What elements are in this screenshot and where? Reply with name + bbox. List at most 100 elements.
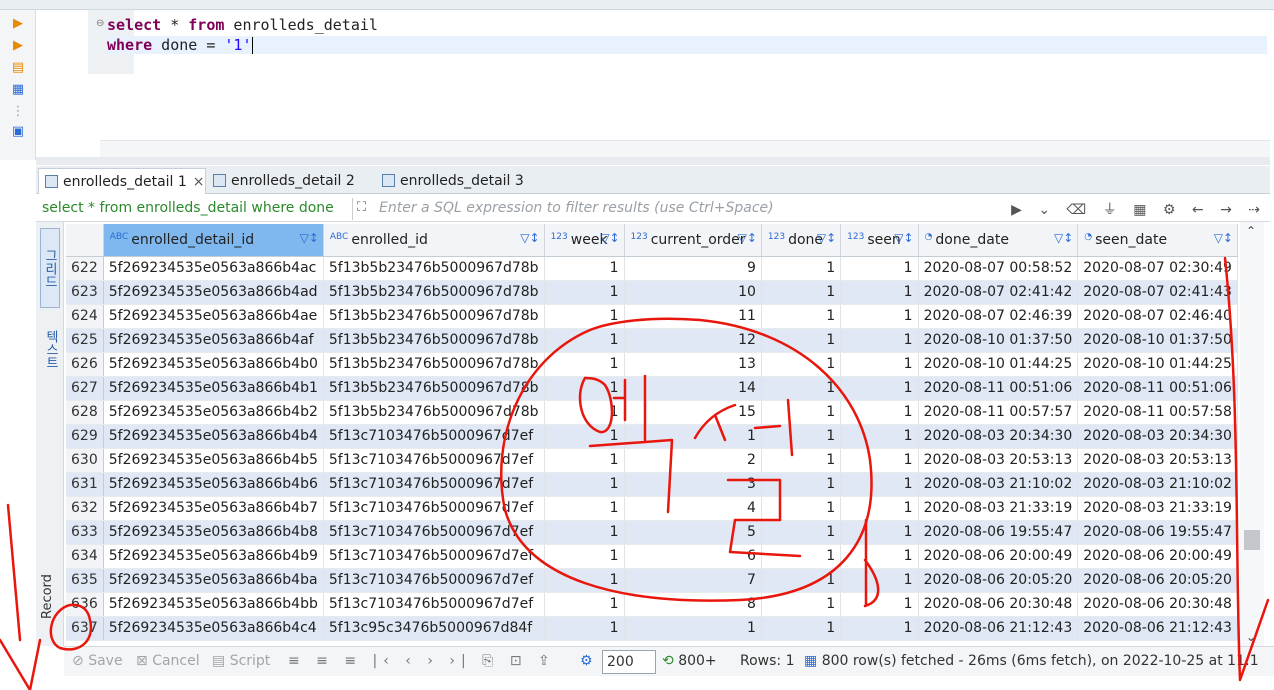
table-cell[interactable]: 1 bbox=[761, 568, 842, 593]
table-cell[interactable]: 2020-08-03 20:53:13 bbox=[918, 448, 1079, 473]
table-cell[interactable]: 1 bbox=[761, 472, 842, 497]
table-cell[interactable]: 1 bbox=[840, 352, 919, 377]
table-cell[interactable]: 1 bbox=[761, 256, 842, 281]
row-number[interactable]: 637 bbox=[66, 616, 104, 641]
table-cell[interactable]: 5f13b5b23476b5000967d78b bbox=[323, 280, 545, 305]
active-query-label[interactable]: select * from enrolleds_detail where don… bbox=[42, 200, 334, 216]
grid-vertical-scrollbar[interactable]: ⌃ ⌄ bbox=[1240, 222, 1264, 646]
table-cell[interactable]: 1 bbox=[544, 376, 625, 401]
filter-sort-icon[interactable]: ▽↕ bbox=[1214, 231, 1233, 245]
record-view-tab[interactable]: Record bbox=[40, 562, 60, 632]
table-cell[interactable]: 1 bbox=[544, 544, 625, 569]
row-number[interactable]: 624 bbox=[66, 304, 104, 329]
table-cell[interactable]: 5f13b5b23476b5000967d78b bbox=[323, 352, 545, 377]
table-cell[interactable]: 5f269234535e0563a866b4b4 bbox=[103, 424, 324, 449]
table-cell[interactable]: 2020-08-03 21:10:02 bbox=[1077, 472, 1238, 497]
sql-line-2[interactable]: where done = '1' bbox=[107, 36, 1267, 54]
table-row[interactable]: 622 5f269234535e0563a866b4ac 5f13b5b23476b… bbox=[66, 256, 1238, 281]
table-cell[interactable]: 2020-08-07 00:58:52 bbox=[918, 256, 1079, 281]
table-cell[interactable]: 1 bbox=[544, 280, 625, 305]
table-row[interactable]: 636 5f269234535e0563a866b4bb 5f13c7103476b… bbox=[66, 592, 1238, 617]
cancel-button[interactable]: ⊠ Cancel bbox=[136, 653, 200, 669]
table-cell[interactable]: 5f269234535e0563a866b4ac bbox=[103, 256, 324, 281]
table-cell[interactable]: 5f269234535e0563a866b4c4 bbox=[103, 616, 324, 641]
column-header[interactable]: ◔ seen_date ▽↕ bbox=[1077, 224, 1238, 257]
filter-sort-icon[interactable]: ▽↕ bbox=[1054, 231, 1073, 245]
table-cell[interactable]: 5f269234535e0563a866b4b0 bbox=[103, 352, 324, 377]
table-cell[interactable]: 5f269234535e0563a866b4af bbox=[103, 328, 324, 353]
table-cell[interactable]: 5f269234535e0563a866b4ae bbox=[103, 304, 324, 329]
table-cell[interactable]: 9 bbox=[624, 256, 762, 281]
table-cell[interactable]: 5f13b5b23476b5000967d78b bbox=[323, 304, 545, 329]
sql-line-1[interactable]: select * from enrolleds_detail bbox=[107, 16, 378, 34]
table-cell[interactable]: 1 bbox=[761, 352, 842, 377]
table-cell[interactable]: 5f269234535e0563a866b4b5 bbox=[103, 448, 324, 473]
execute-script-icon[interactable]: ▤ bbox=[10, 60, 26, 76]
row-number[interactable]: 636 bbox=[66, 592, 104, 617]
table-cell[interactable]: 1 bbox=[761, 616, 842, 641]
row-number[interactable]: 634 bbox=[66, 544, 104, 569]
console-icon[interactable]: ▣ bbox=[10, 124, 26, 140]
table-row[interactable]: 625 5f269234535e0563a866b4af 5f13b5b23476b… bbox=[66, 328, 1238, 353]
table-cell[interactable]: 5f269234535e0563a866b4ad bbox=[103, 280, 324, 305]
table-cell[interactable]: 2020-08-03 21:33:19 bbox=[918, 496, 1079, 521]
scroll-up-icon[interactable]: ⌃ bbox=[1246, 224, 1256, 238]
table-cell[interactable]: 1 bbox=[840, 376, 919, 401]
table-cell[interactable]: 4 bbox=[624, 496, 762, 521]
filter-sort-icon[interactable]: ▽↕ bbox=[817, 231, 836, 245]
table-cell[interactable]: 5f13b5b23476b5000967d78b bbox=[323, 328, 545, 353]
table-row[interactable]: 633 5f269234535e0563a866b4b8 5f13c7103476b… bbox=[66, 520, 1238, 545]
save-button[interactable]: ⊘ Save bbox=[72, 653, 123, 669]
table-cell[interactable]: 1 bbox=[840, 400, 919, 425]
table-cell[interactable]: 2020-08-07 02:46:39 bbox=[918, 304, 1079, 329]
table-cell[interactable]: 1 bbox=[544, 328, 625, 353]
close-icon[interactable]: × bbox=[193, 174, 205, 190]
column-header[interactable]: ◔ done_date ▽↕ bbox=[918, 224, 1079, 257]
table-cell[interactable]: 1 bbox=[840, 592, 919, 617]
table-cell[interactable]: 1 bbox=[761, 304, 842, 329]
row-number[interactable]: 623 bbox=[66, 280, 104, 305]
table-cell[interactable]: 5f269234535e0563a866b4b8 bbox=[103, 520, 324, 545]
table-cell[interactable]: 1 bbox=[840, 448, 919, 473]
table-cell[interactable]: 1 bbox=[544, 496, 625, 521]
table-cell[interactable]: 1 bbox=[761, 496, 842, 521]
table-cell[interactable]: 2020-08-11 00:57:57 bbox=[918, 400, 1079, 425]
table-cell[interactable]: 5 bbox=[624, 520, 762, 545]
table-cell[interactable]: 1 bbox=[544, 592, 625, 617]
table-cell[interactable]: 2020-08-03 20:53:13 bbox=[1077, 448, 1238, 473]
table-cell[interactable]: 2020-08-06 19:55:47 bbox=[1077, 520, 1238, 545]
filter-expand-icon[interactable]: ⛶ bbox=[357, 200, 366, 215]
settings-icon[interactable]: ⚙ bbox=[580, 653, 593, 669]
table-cell[interactable]: 1 bbox=[544, 568, 625, 593]
table-cell[interactable]: 1 bbox=[544, 448, 625, 473]
table-cell[interactable]: 1 bbox=[544, 256, 625, 281]
table-cell[interactable]: 5f269234535e0563a866b4b9 bbox=[103, 544, 324, 569]
table-cell[interactable]: 1 bbox=[761, 520, 842, 545]
table-cell[interactable]: 1 bbox=[840, 496, 919, 521]
row-number[interactable]: 625 bbox=[66, 328, 104, 353]
grid-view-tab[interactable]: 그리드 bbox=[40, 228, 60, 308]
column-header[interactable]: 123 week ▽↕ bbox=[544, 224, 625, 257]
panel-splitter[interactable] bbox=[36, 157, 1270, 165]
row-number[interactable]: 635 bbox=[66, 568, 104, 593]
table-cell[interactable]: 1 bbox=[761, 328, 842, 353]
table-cell[interactable]: 1 bbox=[840, 616, 919, 641]
table-cell[interactable]: 2020-08-06 20:00:49 bbox=[1077, 544, 1238, 569]
table-cell[interactable]: 5f269234535e0563a866b4b1 bbox=[103, 376, 324, 401]
scroll-down-icon[interactable]: ⌄ bbox=[1246, 630, 1256, 644]
row-number[interactable]: 628 bbox=[66, 400, 104, 425]
table-cell[interactable]: 1 bbox=[840, 328, 919, 353]
scroll-thumb[interactable] bbox=[1244, 530, 1260, 550]
table-cell[interactable]: 10 bbox=[624, 280, 762, 305]
table-cell[interactable]: 6 bbox=[624, 544, 762, 569]
table-cell[interactable]: 5f269234535e0563a866b4b6 bbox=[103, 472, 324, 497]
table-row[interactable]: 626 5f269234535e0563a866b4b0 5f13b5b23476b… bbox=[66, 352, 1238, 377]
filter-sort-icon[interactable]: ▽↕ bbox=[300, 231, 319, 245]
table-cell[interactable]: 1 bbox=[624, 616, 762, 641]
table-cell[interactable]: 5f13c7103476b5000967d7ef bbox=[323, 448, 545, 473]
row-number[interactable]: 633 bbox=[66, 520, 104, 545]
filter-input[interactable]: ⛶ Enter a SQL expression to filter resul… bbox=[352, 198, 1062, 220]
execute-new-tab-icon[interactable]: ▶ bbox=[10, 38, 26, 54]
table-row[interactable]: 629 5f269234535e0563a866b4b4 5f13c7103476b… bbox=[66, 424, 1238, 449]
table-cell[interactable]: 1 bbox=[840, 304, 919, 329]
